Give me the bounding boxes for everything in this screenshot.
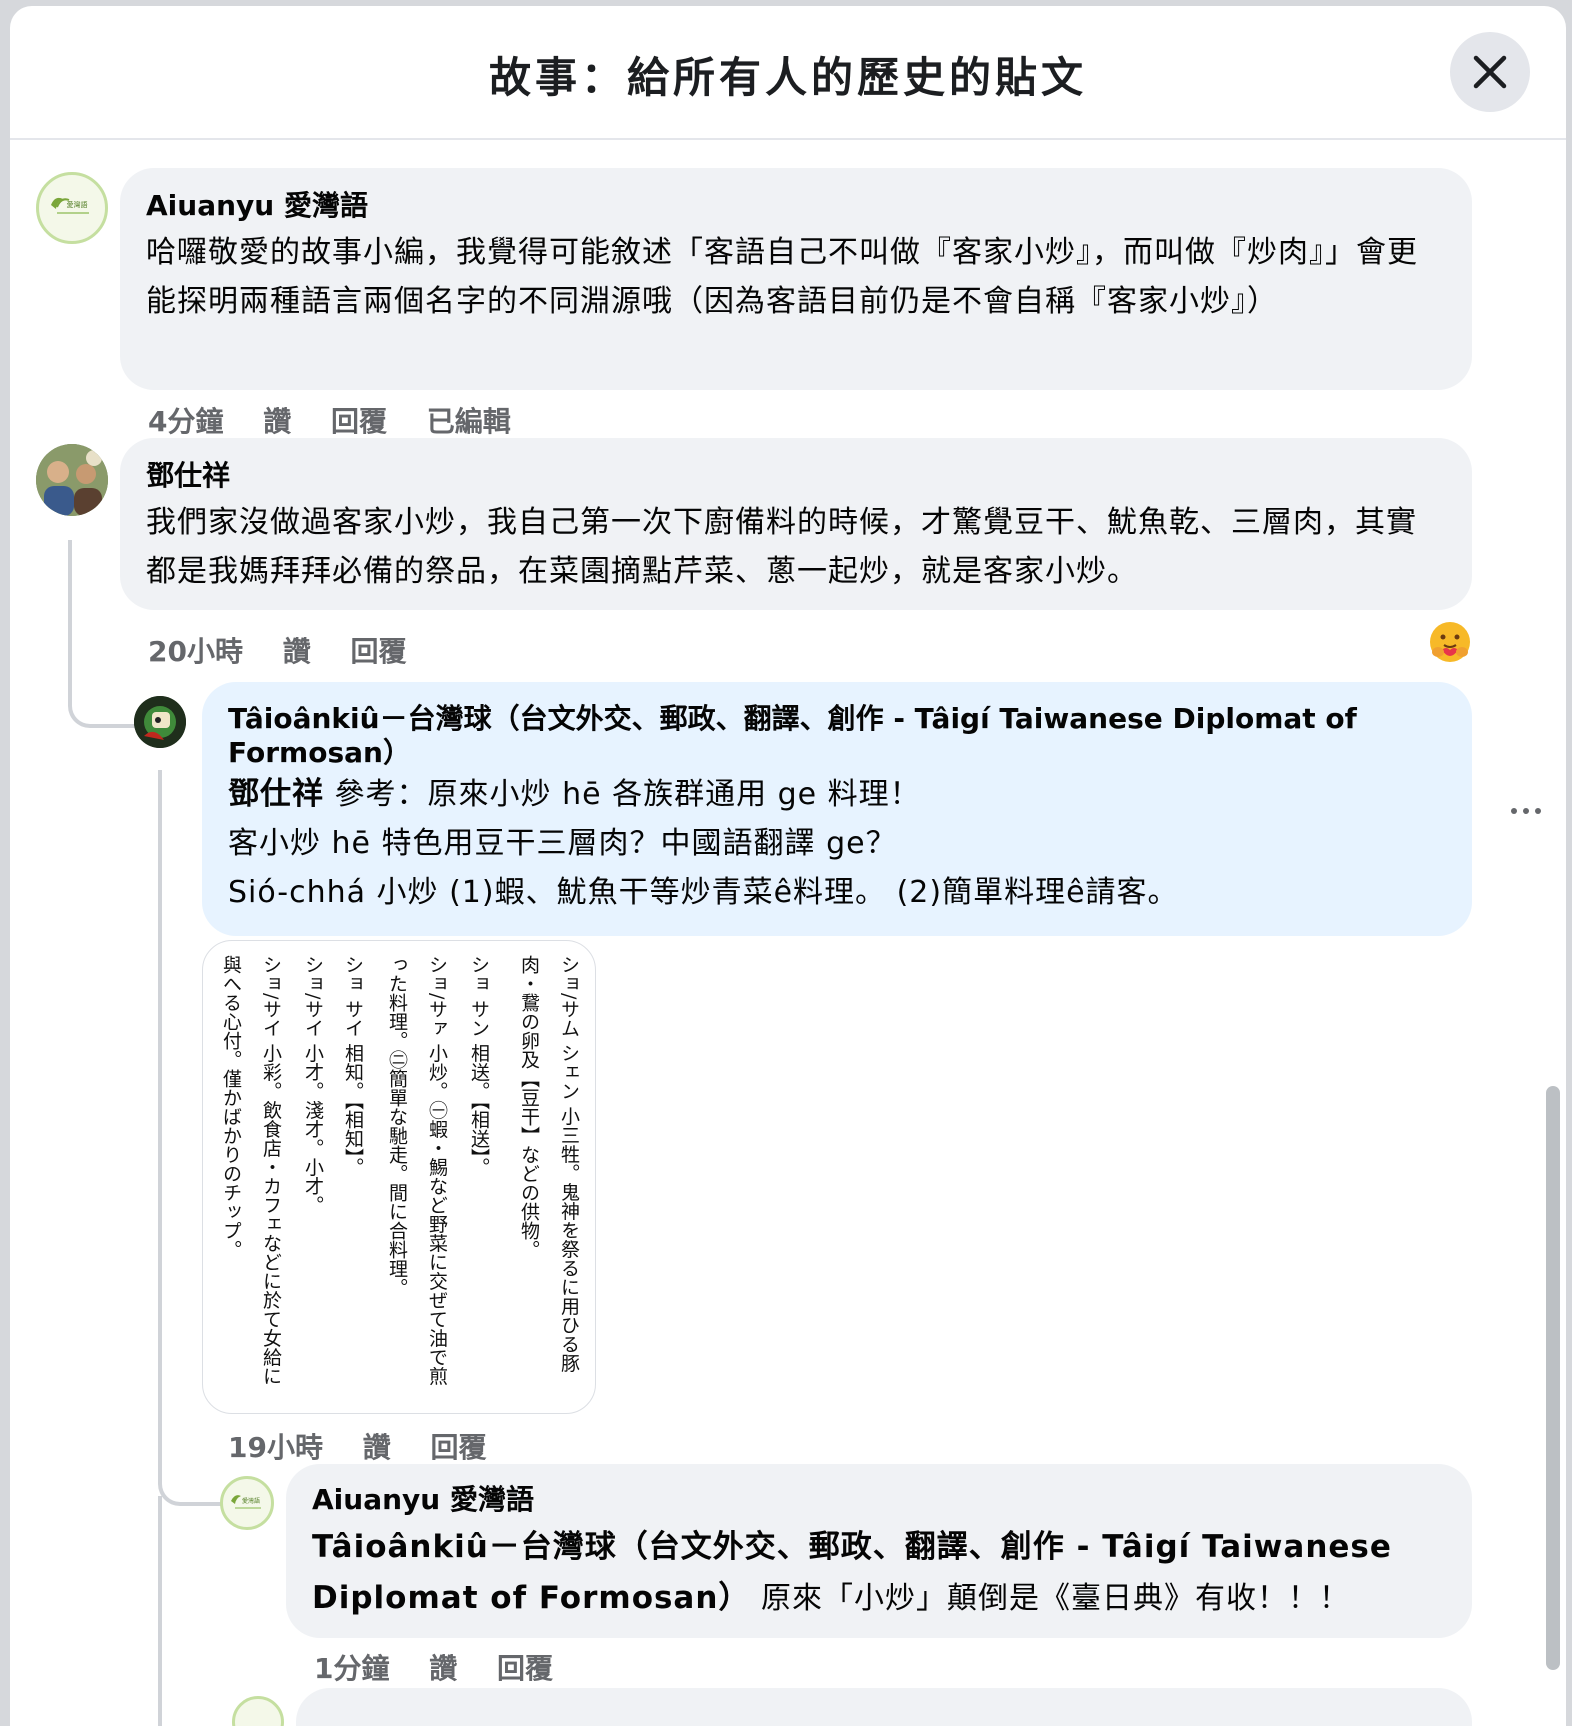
reply-actions: 1分鐘 讚 回覆 [314, 1647, 583, 1687]
svg-text:愛灣語: 愛灣語 [242, 1497, 260, 1505]
care-reaction-icon[interactable] [1428, 620, 1472, 664]
reply-button[interactable]: 回覆 [331, 405, 387, 438]
more-options-button[interactable] [1504, 796, 1548, 826]
attached-dictionary-image[interactable]: ショ/サム シェン 小三牲。鬼神を祭るに用ひる豚肉・鵞の卵及【豆干】などの供物。… [202, 940, 596, 1414]
dictionary-column: ショ/サァ 小炒。㊀蝦・鯣など野菜に交ぜて油で煎った料理。㊁簡單な馳走。間に合料… [386, 955, 448, 1386]
svg-text:愛灣語: 愛灣語 [67, 200, 88, 209]
comment-author[interactable]: Aiuanyu 愛灣語 [146, 188, 1446, 224]
comment-actions: 20小時 讚 回覆 [148, 630, 437, 670]
reply-author[interactable]: Aiuanyu 愛灣語 [312, 1482, 1446, 1518]
comment-actions: 4分鐘 讚 回覆 已編輯 [148, 400, 541, 440]
dictionary-column: ショ/サム シェン 小三牲。鬼神を祭るに用ひる豚肉・鵞の卵及【豆干】などの供物。 [518, 955, 580, 1373]
reply-text-line: 客小炒 hē 特色用豆干三層肉？中國語翻譯 ge？ [228, 826, 897, 861]
reply-text-line: 參考：原來小炒 hē 各族群通用 ge 料理！ [324, 777, 921, 812]
comment-text: 我們家沒做過客家小炒，我自己第一次下廚備料的時候，才驚覺豆干、魷魚乾、三層肉，其… [146, 505, 1417, 589]
timestamp[interactable]: 19小時 [228, 1431, 323, 1464]
dialog-title: 故事：給所有人的歷史的貼文 [488, 53, 1087, 102]
like-button[interactable]: 讚 [363, 1431, 391, 1464]
reply-button[interactable]: 回覆 [497, 1652, 553, 1685]
profile-photo-icon [134, 696, 186, 748]
dictionary-column: ショ サン 相送。【相送】。 [468, 955, 490, 1177]
reply-actions: 19小時 讚 回覆 [228, 1426, 517, 1466]
avatar[interactable]: 愛灣語 [220, 1476, 274, 1530]
comment-bubble: 鄧仕祥 我們家沒做過客家小炒，我自己第一次下廚備料的時候，才驚覺豆干、魷魚乾、三… [120, 438, 1472, 610]
reply-bubble [296, 1688, 1472, 1726]
avatar[interactable] [36, 444, 108, 516]
avatar[interactable] [134, 696, 186, 748]
timestamp[interactable]: 4分鐘 [148, 405, 223, 438]
dictionary-column: ショ サイ 相知。【相知】。 [342, 955, 364, 1177]
avatar[interactable]: 愛灣語 [36, 172, 108, 244]
reply-text: Tâioânkiû－台灣球（台文外交、郵政、翻譯、創作 - Tâigí Taiw… [312, 1522, 1446, 1624]
close-icon [1473, 55, 1507, 89]
reply-text-line: 原來「小炒」顛倒是《臺日典》有收！！！ [750, 1581, 1350, 1616]
timestamp[interactable]: 20小時 [148, 635, 243, 668]
thread-line [158, 1496, 162, 1726]
like-button[interactable]: 讚 [429, 1652, 457, 1685]
reply-bubble: Tâioânkiû－台灣球（台文外交、郵政、翻譯、創作 - Tâigí Taiw… [202, 682, 1472, 936]
reply-text-line: Sió-chhá 小炒 (1)蝦、魷魚干等炒青菜ê料理。 (2)簡單料理ê請客。 [228, 875, 1179, 910]
comment-bubble: Aiuanyu 愛灣語 哈囉敬愛的故事小編，我覺得可能敘述「客語自己不叫做『客家… [120, 168, 1472, 390]
dialog-header: 故事：給所有人的歷史的貼文 [10, 6, 1566, 140]
dictionary-column: ショ/サイ 小才。淺才。小才。 [302, 955, 324, 1215]
aiuanyu-logo-icon: 愛灣語 [231, 1495, 261, 1509]
comment-text: 哈囉敬愛的故事小編，我覺得可能敘述「客語自己不叫做『客家小炒』，而叫做『炒肉』」… [146, 235, 1418, 319]
more-icon [1511, 808, 1541, 814]
aiuanyu-logo-icon: 愛灣語 [51, 197, 89, 214]
reply-text: 鄧仕祥 參考：原來小炒 hē 各族群通用 ge 料理！ 客小炒 hē 特色用豆干… [228, 770, 1446, 917]
close-button[interactable] [1450, 32, 1530, 112]
reply-button[interactable]: 回覆 [350, 635, 406, 668]
avatar[interactable] [232, 1696, 284, 1726]
edited-label: 已編輯 [426, 405, 511, 438]
comment-author[interactable]: 鄧仕祥 [146, 458, 1446, 494]
like-button[interactable]: 讚 [283, 635, 311, 668]
reply-bubble: Aiuanyu 愛灣語 Tâioânkiû－台灣球（台文外交、郵政、翻譯、創作 … [286, 1464, 1472, 1638]
scrollbar[interactable] [1546, 1086, 1560, 1670]
reply-button[interactable]: 回覆 [430, 1431, 486, 1464]
reply-author[interactable]: Tâioânkiû－台灣球（台文外交、郵政、翻譯、創作 - Tâigí Taiw… [228, 702, 1446, 770]
dictionary-column: ショ/サイ 小彩。飲食店・カフェなどに於て女給に與へる心付。僅かばかりのチップ。 [220, 955, 282, 1386]
timestamp[interactable]: 1分鐘 [314, 1652, 389, 1685]
like-button[interactable]: 讚 [263, 405, 291, 438]
comments-dialog: 故事：給所有人的歷史的貼文 愛灣語 Aiuanyu 愛灣語 哈囉敬愛的故事小編，… [10, 6, 1566, 1726]
mention-link[interactable]: 鄧仕祥 [228, 776, 324, 812]
profile-photo-icon [36, 444, 108, 516]
